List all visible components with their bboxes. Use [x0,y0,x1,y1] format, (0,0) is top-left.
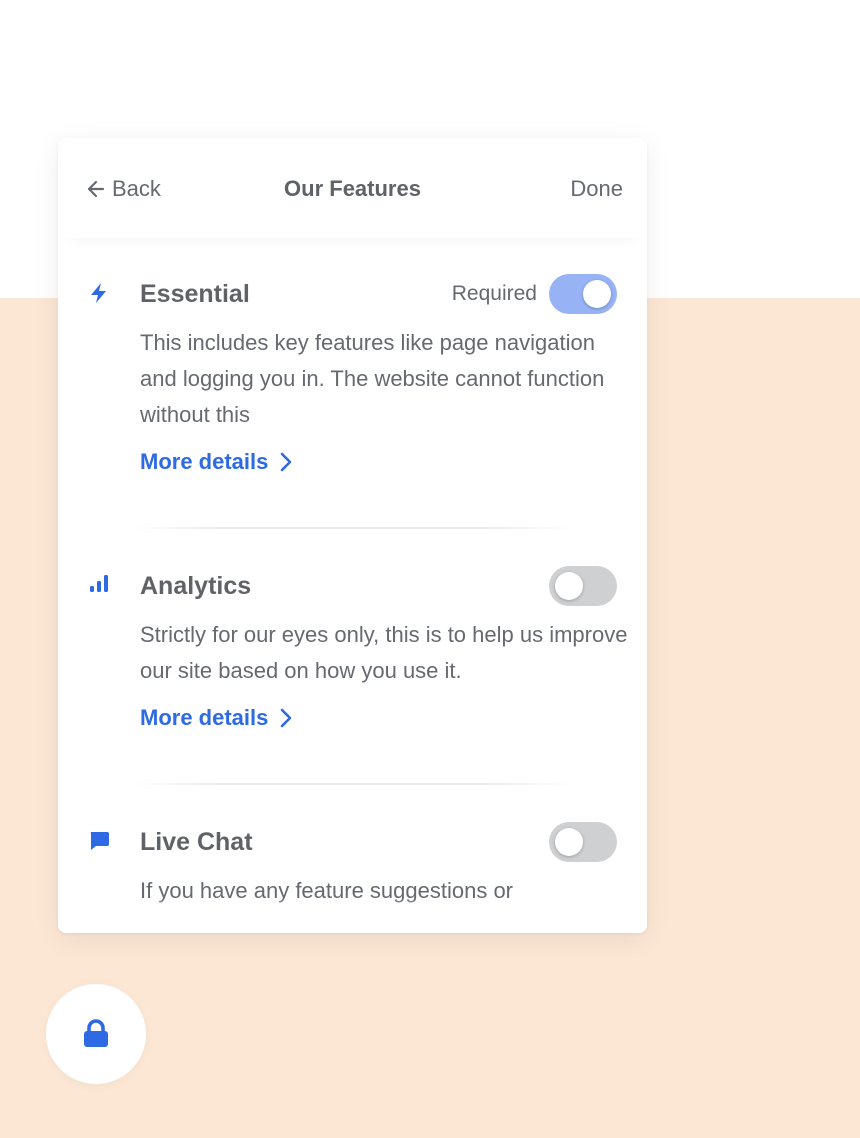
toggle-knob [555,828,583,856]
done-button[interactable]: Done [570,174,623,204]
privacy-lock-button[interactable] [46,984,146,1084]
panel-footer [58,918,647,933]
more-details-label: More details [140,449,269,474]
panel-header: Back Our Features Done [58,138,647,238]
arrow-left-icon [87,180,105,198]
chevron-right-icon [281,708,292,728]
more-details-link[interactable]: More details [140,449,292,475]
bar-chart-icon [90,575,108,592]
required-badge: Required [451,282,537,305]
essential-toggle[interactable] [549,274,617,314]
more-details-label: More details [140,705,269,730]
scroll-fade [58,898,647,918]
chevron-right-icon [281,452,292,472]
divider [128,783,578,785]
more-details-link[interactable]: More details [140,705,292,731]
features-list[interactable]: Essential Required This includes key fea… [58,238,647,918]
chat-bubble-icon [90,832,109,850]
feature-description: Strictly for our eyes only, this is to h… [140,622,628,683]
features-panel: Back Our Features Done Essential Require… [58,138,647,933]
back-button[interactable]: Back [86,174,161,204]
analytics-toggle[interactable] [549,566,617,606]
lock-icon [84,1019,108,1047]
lightning-icon [91,283,106,303]
back-label: Back [112,176,161,201]
toggle-knob [555,572,583,600]
live-chat-toggle[interactable] [549,822,617,862]
feature-title: Analytics [140,572,252,600]
feature-description: This includes key features like page nav… [140,330,605,427]
feature-title: Live Chat [140,828,253,856]
divider [128,527,578,529]
feature-title: Essential [140,280,250,308]
toggle-knob [583,280,611,308]
